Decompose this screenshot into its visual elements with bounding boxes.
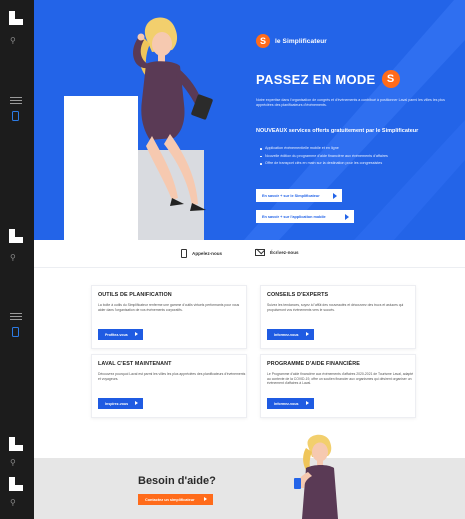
services-section: OUTILS DE PLANIFICATION La boîte à outil…: [34, 268, 465, 428]
logo-icon[interactable]: [8, 476, 24, 492]
hero-title-badge-icon: S: [381, 70, 400, 88]
card-laval-now: LAVAL C'EST MAINTENANT Découvrez pourquo…: [91, 354, 247, 418]
button-label: Inspirez-vous: [105, 401, 129, 406]
contact-bar: Appelez-nous Écrivez-nous: [34, 240, 465, 268]
card-button[interactable]: Inspirez-vous: [98, 398, 144, 409]
arrow-right-icon: [305, 401, 309, 405]
help-illustration: [294, 434, 338, 519]
call-us-link[interactable]: Appelez-nous: [181, 249, 222, 258]
button-label: En savoir + sur le Simplificateur: [262, 193, 320, 198]
card-title: PROGRAMME D'AIDE FINANCIÈRE: [267, 361, 360, 367]
logo-icon[interactable]: [8, 436, 24, 452]
hero-title-text: PASSEZ EN MODE: [256, 71, 376, 87]
phone-icon[interactable]: [12, 327, 19, 337]
menu-icon[interactable]: [10, 313, 22, 320]
hero-list: Application événementielle mobile et en …: [260, 145, 388, 168]
hero-illustration: [133, 17, 213, 211]
logo-icon[interactable]: [8, 228, 24, 244]
arrow-right-icon: [333, 192, 337, 199]
card-title: LAVAL C'EST MAINTENANT: [98, 361, 172, 367]
button-label: En savoir + sur l'application mobile: [262, 214, 326, 219]
card-planning-tools: OUTILS DE PLANIFICATION La boîte à outil…: [91, 285, 247, 349]
write-us-link[interactable]: Écrivez-nous: [255, 249, 299, 256]
search-icon[interactable]: ⚲: [10, 36, 16, 45]
brand-name: le Simplificateur: [275, 37, 327, 45]
learn-more-simplificateur-button[interactable]: En savoir + sur le Simplificateur: [256, 189, 342, 202]
button-label: Profitez-vous: [105, 332, 128, 337]
card-title: CONSEILS D'EXPERTS: [267, 292, 329, 298]
search-icon[interactable]: ⚲: [10, 253, 16, 262]
help-section: Besoin d'aide? Contactez un simplificate…: [34, 458, 465, 519]
card-title: OUTILS DE PLANIFICATION: [98, 292, 172, 298]
write-us-label: Écrivez-nous: [270, 250, 299, 255]
card-text: La boîte à outils du Simplificateur renf…: [98, 303, 240, 312]
button-label: Informez-vous: [274, 401, 299, 406]
phone-icon[interactable]: [12, 111, 19, 121]
card-text: Le Programme d'aide financière aux événe…: [267, 372, 414, 386]
card-button[interactable]: Informez-vous: [267, 329, 314, 340]
logo-icon[interactable]: [8, 10, 24, 26]
arrow-right-icon: [345, 213, 349, 220]
list-item: Application événementielle mobile et en …: [260, 145, 388, 153]
card-button[interactable]: Profitez-vous: [98, 329, 143, 340]
page: S le Simplificateur PASSEZ EN MODE S Not…: [34, 0, 465, 519]
envelope-icon: [255, 249, 265, 256]
contact-simplificateur-button[interactable]: Contactez un simplificateur: [138, 494, 213, 505]
card-text: Découvrez pourquoi Laval est parmi les v…: [98, 372, 246, 381]
hero-subtitle: NOUVEAUX services offerts gratuitement p…: [256, 128, 419, 134]
help-title: Besoin d'aide?: [138, 475, 216, 487]
search-icon[interactable]: ⚲: [10, 458, 16, 467]
call-us-label: Appelez-nous: [192, 251, 223, 256]
list-item: Offre de transport clés en main sur la d…: [260, 160, 388, 168]
list-item: Nouvelle édition du programme d'aide fin…: [260, 153, 388, 161]
card-expert-advice: CONSEILS D'EXPERTS Suivez les tendances,…: [260, 285, 416, 349]
arrow-right-icon: [134, 332, 138, 336]
button-label: Contactez un simplificateur: [145, 497, 195, 502]
card-financial-aid: PROGRAMME D'AIDE FINANCIÈRE Le Programme…: [260, 354, 416, 418]
learn-more-app-button[interactable]: En savoir + sur l'application mobile: [256, 210, 354, 223]
logo-badge-icon: S: [256, 34, 270, 48]
arrow-right-icon: [203, 497, 207, 501]
button-label: Informez-vous: [274, 332, 299, 337]
card-text: Suivez les tendances, soyez à l'affût de…: [267, 303, 404, 312]
menu-icon[interactable]: [10, 97, 22, 104]
search-icon[interactable]: ⚲: [10, 498, 16, 507]
hero-section: S le Simplificateur PASSEZ EN MODE S Not…: [34, 0, 465, 240]
hero-description: Notre expertise dans l'organisation de c…: [256, 98, 445, 108]
left-rail: ⚲ ⚲ ⚲ ⚲: [0, 0, 34, 519]
hero-title: PASSEZ EN MODE S: [256, 70, 400, 88]
phone-icon: [181, 249, 187, 258]
arrow-right-icon: [135, 401, 139, 405]
card-button[interactable]: Informez-vous: [267, 398, 314, 409]
arrow-right-icon: [305, 332, 309, 336]
brand-logo[interactable]: S le Simplificateur: [256, 34, 327, 48]
